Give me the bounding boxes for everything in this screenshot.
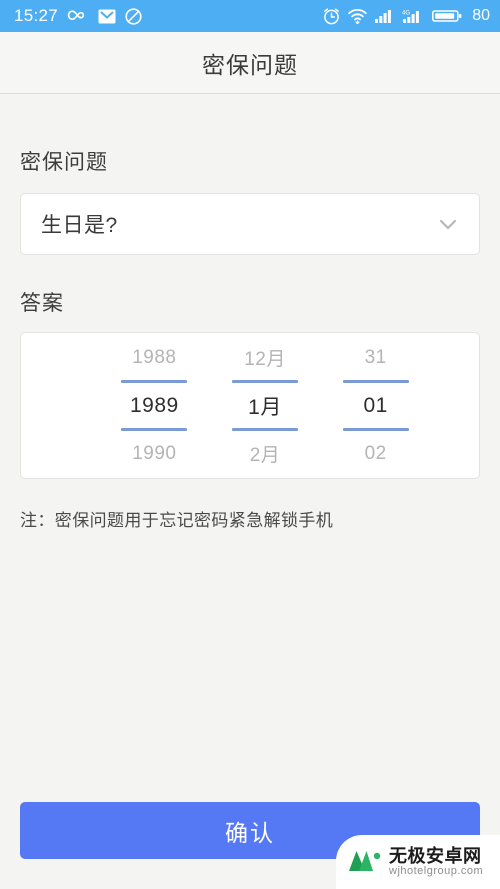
picker-next-value[interactable]: 02: [320, 431, 431, 476]
picker-year-selected: 1989: [129, 393, 179, 417]
picker-prev-value[interactable]: 12月: [210, 335, 321, 380]
picker-year-next: 1990: [132, 442, 177, 464]
security-question-select[interactable]: 生日是?: [20, 193, 480, 255]
watermark-title: 无极安卓网: [389, 845, 482, 866]
picker-month-selected: 1月: [248, 395, 282, 419]
picker-prev-value[interactable]: 31: [320, 335, 431, 380]
picker-month-prev: 12月: [244, 349, 286, 370]
watermark: 无极安卓网 wjhotelgroup.com: [336, 835, 500, 889]
page-title: 密保问题: [202, 51, 298, 78]
date-picker-column-month[interactable]: 12月 1月 2月: [210, 333, 321, 478]
picker-day-selected: 01: [363, 393, 388, 417]
mail-icon: [98, 9, 116, 24]
status-bar-clock: 15:27: [14, 6, 59, 25]
date-picker-column-year[interactable]: 1988 1989 1990: [99, 333, 210, 478]
picker-day-next: 02: [364, 442, 387, 464]
watermark-text: 无极安卓网 wjhotelgroup.com: [389, 845, 484, 877]
alarm-icon: [323, 7, 340, 25]
picker-selected-value[interactable]: 1月: [210, 383, 321, 428]
status-bar-right: 4G 80: [323, 7, 490, 25]
picker-selected-value[interactable]: 1989: [99, 383, 210, 428]
picker-year-prev: 1988: [132, 346, 177, 368]
content-area: 密保问题 生日是? 答案 1988 1989 1990 12月 1月 2月 31…: [0, 146, 500, 531]
picker-month-next: 2月: [249, 445, 281, 466]
signal-bars-icon: [375, 8, 394, 24]
wifi-icon: [348, 8, 367, 24]
date-picker-column-day[interactable]: 31 01 02: [320, 333, 431, 478]
status-bar: 15:27 4G 80: [0, 0, 500, 32]
date-picker[interactable]: 1988 1989 1990 12月 1月 2月 31 01 02: [20, 332, 480, 479]
infinity-icon: [67, 8, 89, 24]
security-note: 注：密保问题用于忘记密码紧急解锁手机: [20, 511, 334, 530]
answer-label: 答案: [20, 292, 64, 315]
watermark-logo-icon: [346, 845, 382, 880]
picker-day-prev: 31: [364, 346, 387, 368]
title-bar: 密保问题: [0, 32, 500, 94]
picker-selected-value[interactable]: 01: [320, 383, 431, 428]
picker-next-value[interactable]: 2月: [210, 431, 321, 476]
svg-text:4G: 4G: [402, 11, 410, 17]
security-question-label: 密保问题: [20, 151, 108, 174]
security-question-value: 生日是?: [41, 214, 118, 237]
status-bar-left: 15:27: [14, 6, 142, 26]
picker-prev-value[interactable]: 1988: [99, 335, 210, 380]
watermark-url: wjhotelgroup.com: [389, 864, 484, 877]
picker-next-value[interactable]: 1990: [99, 431, 210, 476]
signal-4g-icon: 4G: [402, 8, 424, 24]
chevron-down-icon[interactable]: [435, 211, 461, 237]
do-not-disturb-icon: [125, 7, 142, 25]
battery-percentage: 80: [472, 7, 490, 24]
battery-icon: [432, 8, 462, 24]
